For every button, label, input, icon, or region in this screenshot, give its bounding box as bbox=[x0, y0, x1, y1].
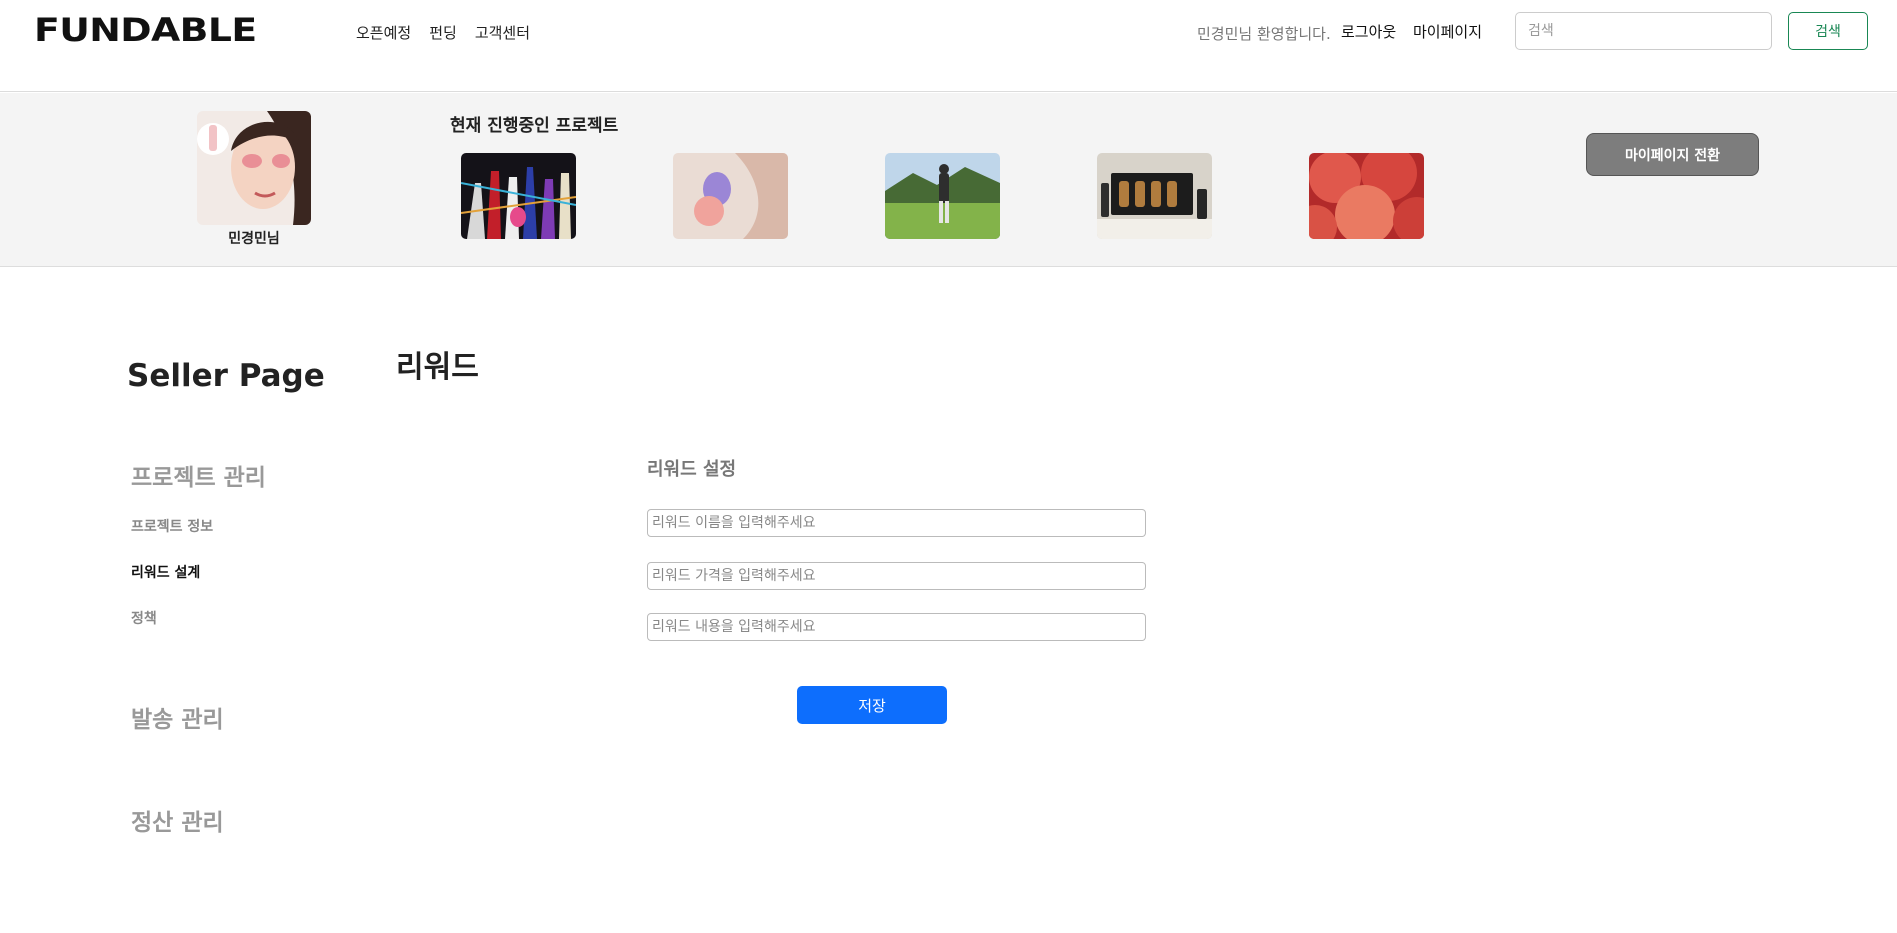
profile-name: 민경민님 bbox=[228, 231, 280, 247]
reward-name-input[interactable] bbox=[647, 509, 1146, 537]
page-title: 리워드 bbox=[396, 350, 479, 385]
reward-price-input[interactable] bbox=[647, 562, 1146, 590]
project-thumbnail-sponge[interactable] bbox=[673, 153, 788, 239]
nav-customer-center[interactable]: 고객센터 bbox=[475, 22, 530, 43]
project-thumbnail-gift-set[interactable] bbox=[1097, 153, 1212, 239]
project-thumbnails bbox=[461, 153, 1424, 239]
sidebar-item-policy[interactable]: 정책 bbox=[131, 608, 157, 628]
sidebar-section-settlement[interactable]: 정산 관리 bbox=[131, 803, 224, 837]
save-button[interactable]: 저장 bbox=[797, 686, 947, 724]
welcome-text: 민경민님 환영합니다. bbox=[1197, 25, 1331, 43]
sidebar-section-shipping[interactable]: 발송 관리 bbox=[131, 700, 224, 734]
main-nav: 오픈예정 펀딩 고객센터 bbox=[356, 22, 530, 43]
nav-funding[interactable]: 펀딩 bbox=[429, 22, 457, 43]
search-button[interactable]: 검색 bbox=[1788, 12, 1868, 50]
project-thumbnail-peach[interactable] bbox=[1309, 153, 1424, 239]
sidebar-section-project[interactable]: 프로젝트 관리 bbox=[131, 458, 266, 492]
sidebar-item-project-info[interactable]: 프로젝트 정보 bbox=[131, 516, 213, 536]
logout-link[interactable]: 로그아웃 bbox=[1341, 21, 1396, 42]
project-thumbnail-gloves[interactable] bbox=[461, 153, 576, 239]
top-header: FUNDABLE 오픈예정 펀딩 고객센터 민경민님 환영합니다. 로그아웃 마… bbox=[0, 0, 1897, 92]
mypage-switch-button[interactable]: 마이페이지 전환 bbox=[1586, 133, 1759, 176]
seller-page-title: Seller Page bbox=[127, 358, 325, 394]
reward-settings-title: 리워드 설정 bbox=[647, 459, 737, 480]
profile-avatar bbox=[197, 111, 311, 225]
mypage-link[interactable]: 마이페이지 bbox=[1413, 21, 1482, 42]
sidebar-item-reward-design[interactable]: 리워드 설계 bbox=[131, 562, 200, 582]
search-input[interactable] bbox=[1515, 12, 1772, 50]
fundable-logo[interactable]: FUNDABLE bbox=[34, 11, 257, 49]
project-thumbnail-golf[interactable] bbox=[885, 153, 1000, 239]
current-projects-title: 현재 진행중인 프로젝트 bbox=[450, 116, 619, 136]
project-banner: 민경민님 현재 진행중인 프로젝트 마이페이지 전환 bbox=[0, 93, 1897, 267]
nav-open-soon[interactable]: 오픈예정 bbox=[356, 22, 411, 43]
reward-content-input[interactable] bbox=[647, 613, 1146, 641]
